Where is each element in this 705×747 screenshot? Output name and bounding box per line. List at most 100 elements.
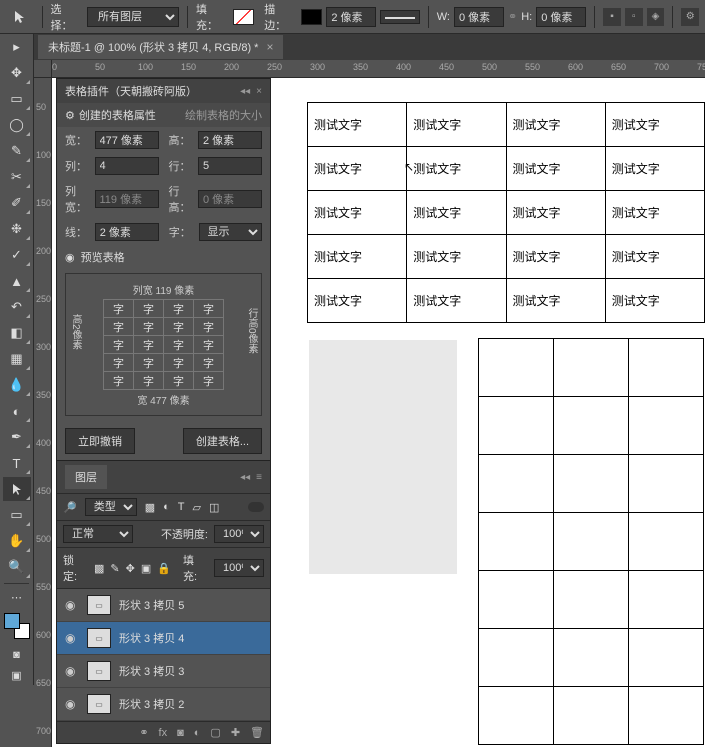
opacity-select[interactable]: 100% (214, 525, 264, 543)
dodge-tool[interactable]: ◐ (3, 399, 31, 423)
colwidth-input[interactable] (95, 190, 159, 208)
filter-smart-icon[interactable]: ◫ (209, 501, 219, 514)
rowheight-input[interactable] (198, 190, 262, 208)
table-cell[interactable] (554, 687, 629, 745)
visibility-icon[interactable]: ◉ (65, 697, 79, 711)
lasso-tool[interactable]: ◯ (3, 113, 31, 137)
type-tool[interactable]: T (3, 451, 31, 475)
height-input[interactable] (536, 7, 586, 27)
shape-tool[interactable]: ▭ (3, 503, 31, 527)
table-cell[interactable]: 测试文字 (308, 103, 407, 147)
fill-swatch[interactable] (233, 9, 255, 25)
table-cell[interactable]: 测试文字 (506, 191, 605, 235)
table-cell[interactable]: 测试文字 (407, 235, 506, 279)
empty-table[interactable] (478, 338, 704, 745)
layer-row[interactable]: ◉▭形状 3 拷贝 3 (57, 655, 270, 688)
table-cell[interactable] (554, 571, 629, 629)
move-tool[interactable]: ✥ (3, 61, 31, 85)
table-cell[interactable] (629, 339, 704, 397)
stroke-width-input[interactable] (326, 7, 376, 27)
font-select[interactable]: 显示 (199, 223, 262, 241)
align-button[interactable]: ▫ (625, 8, 643, 26)
layers-panel-header[interactable]: 图层 ◂◂ ≡ (57, 461, 270, 494)
table-height-input[interactable] (198, 131, 262, 149)
filter-type-icon[interactable]: T (178, 501, 185, 513)
visibility-icon[interactable]: ◉ (65, 598, 79, 612)
test-text-table[interactable]: 测试文字测试文字测试文字测试文字测试文字测试文字测试文字测试文字测试文字测试文字… (307, 102, 705, 323)
fill-select[interactable]: 100% (214, 559, 264, 577)
quick-mask-icon[interactable]: ◙ (6, 645, 28, 665)
table-cell[interactable]: 测试文字 (506, 235, 605, 279)
table-cell[interactable]: 测试文字 (407, 103, 506, 147)
rows-input[interactable] (198, 157, 262, 175)
filter-type-select[interactable]: 类型 (85, 498, 137, 516)
blend-mode-select[interactable]: 正常 (63, 525, 133, 543)
link-wh-icon[interactable]: ⚭ (508, 10, 517, 23)
table-cell[interactable] (629, 397, 704, 455)
table-cell[interactable]: 测试文字 (605, 279, 704, 323)
table-cell[interactable] (479, 397, 554, 455)
visibility-icon[interactable]: ◉ (65, 631, 79, 645)
ruler-origin[interactable] (34, 60, 52, 78)
table-cell[interactable] (479, 571, 554, 629)
table-cell[interactable]: 测试文字 (407, 191, 506, 235)
filter-adjust-icon[interactable]: ◐ (163, 501, 170, 513)
stroke-swatch[interactable] (301, 9, 323, 25)
lock-position-icon[interactable]: ✥ (126, 562, 135, 575)
healing-tool[interactable]: ❉ (3, 217, 31, 241)
filter-toggle[interactable] (248, 502, 264, 512)
delete-layer-icon[interactable]: 🗑 (250, 726, 264, 739)
align-button[interactable]: ▪ (603, 8, 621, 26)
table-cell[interactable]: 测试文字 (308, 235, 407, 279)
subtab-create[interactable]: 创建的表格属性 (79, 107, 156, 123)
crop-tool[interactable]: ✂ (3, 165, 31, 189)
new-layer-icon[interactable]: ✚ (231, 726, 240, 739)
close-tab-icon[interactable]: × (266, 40, 273, 54)
quick-select-tool[interactable]: ✎ (3, 139, 31, 163)
table-cell[interactable] (629, 513, 704, 571)
table-cell[interactable]: 测试文字 (308, 191, 407, 235)
table-cell[interactable] (554, 629, 629, 687)
vertical-ruler[interactable]: 5010015020025030035040045050055060065070… (34, 78, 52, 747)
layers-tab[interactable]: 图层 (65, 465, 107, 489)
table-cell[interactable] (479, 629, 554, 687)
table-cell[interactable] (479, 513, 554, 571)
search-icon[interactable]: 🔎 (63, 501, 77, 514)
layer-row[interactable]: ◉▭形状 3 拷贝 2 (57, 688, 270, 721)
table-cell[interactable]: 测试文字 (605, 147, 704, 191)
eyedropper-tool[interactable]: ✐ (3, 191, 31, 215)
brush-tool[interactable]: ✓ (3, 243, 31, 267)
table-cell[interactable]: 测试文字 (605, 103, 704, 147)
arrow-tool-icon[interactable] (6, 5, 34, 29)
table-cell[interactable]: 测试文字 (506, 279, 605, 323)
visibility-icon[interactable]: ◉ (65, 664, 79, 678)
lock-brush-icon[interactable]: ✎ (110, 562, 119, 575)
stamp-tool[interactable]: ▲ (3, 269, 31, 293)
table-cell[interactable] (554, 397, 629, 455)
zoom-tool[interactable]: 🔍 (3, 555, 31, 579)
panel-menu-icon[interactable]: ≡ (256, 472, 262, 483)
table-cell[interactable] (479, 455, 554, 513)
table-cell[interactable]: 测试文字 (308, 279, 407, 323)
pen-tool[interactable]: ✒ (3, 425, 31, 449)
table-cell[interactable]: 测试文字 (506, 103, 605, 147)
align-button[interactable]: ◈ (647, 8, 665, 26)
table-width-input[interactable] (95, 131, 159, 149)
gear-icon[interactable]: ⚙ (65, 109, 75, 122)
table-cell[interactable] (629, 629, 704, 687)
table-cell[interactable] (554, 513, 629, 571)
mask-icon[interactable]: ◙ (177, 727, 184, 739)
table-cell[interactable] (479, 687, 554, 745)
lock-all-icon[interactable]: 🔒 (157, 562, 171, 575)
filter-image-icon[interactable]: ▩ (145, 501, 155, 514)
history-brush-tool[interactable]: ↶ (3, 295, 31, 319)
foreground-color[interactable] (4, 613, 20, 629)
collapse-icon[interactable]: ◂◂ (240, 472, 250, 483)
layer-row[interactable]: ◉▭形状 3 拷贝 5 (57, 589, 270, 622)
layer-selection-dropdown[interactable]: 所有图层 (87, 7, 179, 27)
subtab-size[interactable]: 绘制表格的大小 (185, 107, 262, 123)
create-table-button[interactable]: 创建表格... (183, 428, 262, 454)
table-cell[interactable]: 测试文字 (308, 147, 407, 191)
group-icon[interactable]: ▢ (210, 726, 220, 739)
edit-toolbar-icon[interactable]: ⋯ (6, 587, 28, 607)
